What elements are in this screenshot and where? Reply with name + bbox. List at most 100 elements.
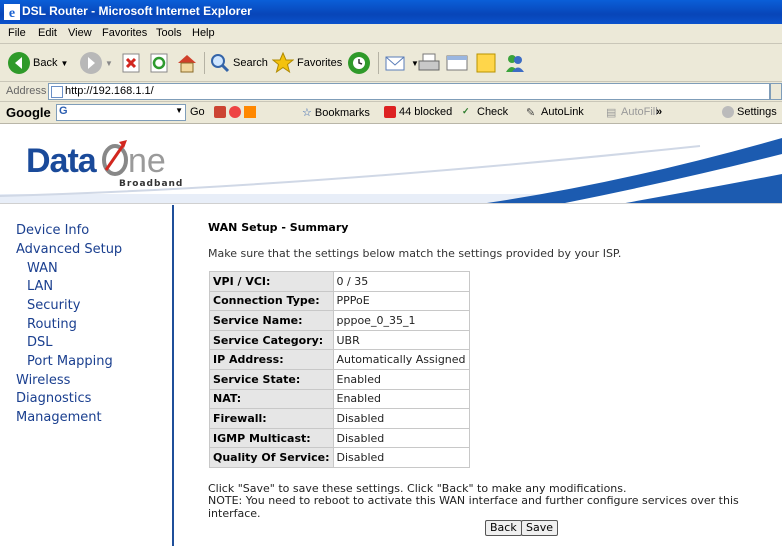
menu-favorites[interactable]: Favorites (102, 27, 147, 39)
home-button[interactable] (176, 50, 198, 76)
messenger-button[interactable] (504, 50, 526, 76)
edit-button[interactable] (446, 50, 468, 76)
google-search-input[interactable]: G ▼ (56, 104, 186, 121)
search-label: Search (233, 57, 268, 69)
back-form-button[interactable]: Back (485, 520, 522, 536)
google-tools-icons[interactable] (214, 106, 259, 118)
sidebar-item-diagnostics[interactable]: Diagnostics (16, 391, 91, 406)
menu-view[interactable]: View (68, 27, 92, 39)
settings-icon (722, 106, 734, 118)
sidebar-item-wireless[interactable]: Wireless (16, 373, 70, 388)
news-icon (244, 106, 256, 118)
row-value: PPPoE (332, 290, 470, 312)
autolink-label: AutoLink (541, 106, 584, 118)
search-icon (211, 54, 230, 73)
window-title: DSL Router - Microsoft Internet Explorer (22, 4, 252, 18)
google-search-dropdown-icon[interactable]: ▼ (175, 106, 183, 115)
brand-logo-one-icon (102, 140, 128, 176)
row-key: Service Category: (209, 329, 334, 351)
refresh-button[interactable] (150, 50, 168, 76)
sidebar-item-management[interactable]: Management (16, 410, 102, 425)
back-dropdown-icon[interactable]: ▼ (60, 59, 68, 68)
address-label: Address (6, 85, 47, 97)
autolink-button[interactable]: ✎ AutoLink (526, 106, 584, 119)
back-label: Back (33, 57, 58, 69)
table-row: Service Category: UBR (209, 329, 470, 351)
sidebar-item-device-info[interactable]: Device Info (16, 223, 89, 238)
sidebar-item-dsl[interactable]: DSL (27, 335, 53, 350)
router-banner: Data ne Broadband (0, 124, 782, 204)
row-key: Connection Type: (209, 290, 334, 312)
discuss-button[interactable] (476, 50, 496, 76)
autofill-button[interactable]: ▤ AutoFill (606, 106, 658, 119)
intro-text: Make sure that the settings below match … (208, 247, 622, 260)
reboot-note: NOTE: You need to reboot to activate thi… (208, 494, 739, 520)
sidebar: Device Info Advanced Setup WAN LAN Secur… (0, 205, 174, 546)
table-row: IGMP Multicast: Disabled (209, 427, 470, 449)
menu-bar: File Edit View Favorites Tools Help (0, 24, 782, 44)
print-button[interactable] (418, 50, 440, 76)
row-key: Service State: (209, 368, 334, 390)
page-title: WAN Setup - Summary (208, 221, 349, 234)
row-value: Enabled (332, 388, 470, 410)
popup-blocker-button[interactable]: 44 blocked (384, 106, 452, 118)
favorites-button[interactable]: Favorites (272, 50, 342, 76)
sidebar-item-lan[interactable]: LAN (27, 279, 53, 294)
forward-button[interactable]: ▼ (80, 50, 113, 76)
sidebar-item-wan[interactable]: WAN (27, 261, 58, 276)
row-key: Quality Of Service: (209, 447, 334, 468)
bookmark-star-icon: ☆ (302, 107, 312, 119)
row-key: IP Address: (209, 349, 334, 370)
address-input[interactable]: http://192.168.1.1/ (48, 83, 770, 100)
google-go-label: Go (190, 106, 205, 118)
history-button[interactable] (348, 50, 370, 76)
forward-dropdown-icon[interactable]: ▼ (105, 59, 113, 68)
sidebar-item-port-mapping[interactable]: Port Mapping (27, 354, 113, 369)
table-row: Firewall: Disabled (209, 408, 470, 429)
stop-button[interactable] (122, 50, 140, 76)
messenger-icon (506, 55, 524, 72)
check-label: Check (477, 106, 509, 118)
stop-icon (122, 53, 140, 73)
wan-summary-table: VPI / VCI: 0 / 35 Connection Type: PPPoE… (209, 271, 470, 468)
menu-file[interactable]: File (8, 27, 26, 39)
menu-help[interactable]: Help (192, 27, 215, 39)
row-key: NAT: (209, 388, 334, 410)
more-chevron-icon[interactable]: » (656, 106, 662, 118)
search-button[interactable]: Search (210, 50, 268, 76)
brand-logo-data: Data (26, 142, 97, 180)
sidebar-item-security[interactable]: Security (27, 298, 80, 313)
bookmarks-button[interactable]: ☆ Bookmarks (302, 106, 370, 120)
row-key: IGMP Multicast: (209, 427, 334, 449)
main-content: WAN Setup - Summary Make sure that the s… (176, 205, 782, 546)
spellcheck-icon: ✓ (462, 106, 470, 116)
menu-tools[interactable]: Tools (156, 27, 182, 39)
sidebar-item-routing[interactable]: Routing (27, 317, 77, 332)
brand-tagline: Broadband (119, 179, 184, 189)
back-button[interactable]: Back ▼ (8, 50, 68, 76)
bookmarks-label: Bookmarks (314, 106, 370, 119)
google-go-button[interactable]: Go (190, 106, 205, 118)
row-key: Firewall: (209, 408, 334, 429)
row-key: Service Name: (209, 310, 334, 331)
spell-check-button[interactable]: ✓ Check (462, 106, 508, 118)
menu-edit[interactable]: Edit (38, 27, 57, 39)
table-row: Connection Type: PPPoE (209, 290, 470, 312)
brand-logo-ne: ne (128, 142, 166, 180)
row-value: Enabled (332, 368, 470, 390)
table-row: NAT: Enabled (209, 388, 470, 410)
browser-toolbar: Back ▼ ▼ Search Favorites ▼ (0, 44, 782, 82)
page-icon (51, 86, 63, 98)
window-title-bar: e DSL Router - Microsoft Internet Explor… (0, 0, 782, 24)
ie-logo-icon: e (4, 4, 20, 20)
sidebar-item-advanced-setup[interactable]: Advanced Setup (16, 242, 122, 257)
mail-button[interactable]: ▼ (384, 50, 419, 76)
pagerank-icon (214, 106, 226, 118)
save-button[interactable]: Save (521, 520, 559, 536)
table-row: Service State: Enabled (209, 368, 470, 390)
address-url: http://192.168.1.1/ (65, 85, 154, 97)
svg-text:e: e (9, 6, 15, 20)
address-dropdown-icon[interactable] (770, 83, 782, 100)
settings-button[interactable]: Settings (722, 106, 777, 118)
printer-icon (418, 53, 440, 71)
